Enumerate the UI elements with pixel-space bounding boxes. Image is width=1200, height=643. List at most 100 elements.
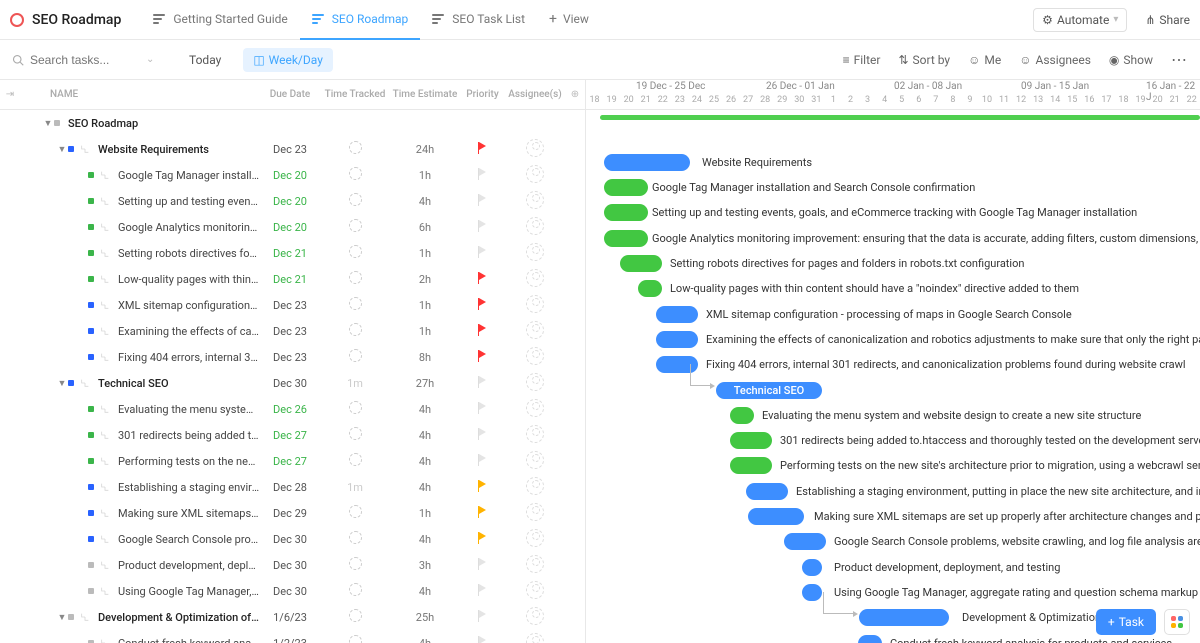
assignee-cell[interactable] bbox=[505, 477, 565, 498]
track-cell[interactable] bbox=[320, 167, 390, 183]
track-cell[interactable] bbox=[320, 583, 390, 599]
track-cell[interactable] bbox=[320, 349, 390, 365]
gantt-bar[interactable] bbox=[746, 483, 788, 500]
assignee-cell[interactable] bbox=[505, 529, 565, 550]
track-cell[interactable] bbox=[320, 635, 390, 643]
gantt-bar[interactable] bbox=[620, 255, 662, 272]
priority-cell[interactable] bbox=[460, 350, 505, 365]
collapse-all-icon[interactable]: ⇥ bbox=[0, 89, 20, 100]
gantt-bar[interactable] bbox=[604, 230, 648, 247]
due-cell[interactable]: Dec 30 bbox=[260, 585, 320, 598]
assignee-cell[interactable] bbox=[505, 503, 565, 524]
share-button[interactable]: ⋔ Share bbox=[1145, 13, 1190, 27]
toggle-icon[interactable]: ▼ bbox=[56, 378, 68, 389]
estimate-cell[interactable]: 24h bbox=[390, 143, 460, 156]
new-task-button[interactable]: +Task bbox=[1096, 609, 1156, 635]
toggle-icon[interactable]: ▼ bbox=[56, 612, 68, 623]
estimate-cell[interactable]: 1h bbox=[390, 169, 460, 182]
gantt-bar[interactable] bbox=[802, 584, 822, 601]
due-cell[interactable]: 1/6/23 bbox=[260, 611, 320, 624]
task-row[interactable]: Product development, deplo...Dec 303h bbox=[0, 552, 585, 578]
me-button[interactable]: ☺Me bbox=[968, 53, 1001, 67]
track-cell[interactable] bbox=[320, 453, 390, 469]
gantt-bar[interactable] bbox=[638, 280, 662, 297]
estimate-cell[interactable]: 4h bbox=[390, 455, 460, 468]
task-row[interactable]: Making sure XML sitemaps a...Dec 291h bbox=[0, 500, 585, 526]
tab-seo-roadmap[interactable]: SEO Roadmap bbox=[300, 0, 421, 40]
priority-cell[interactable] bbox=[460, 272, 505, 287]
priority-cell[interactable] bbox=[460, 324, 505, 339]
gantt-bar[interactable]: Technical SEO bbox=[716, 382, 822, 399]
due-cell[interactable]: Dec 23 bbox=[260, 325, 320, 338]
gantt-bar[interactable] bbox=[604, 204, 648, 221]
estimate-cell[interactable]: 4h bbox=[390, 637, 460, 643]
task-row[interactable]: 301 redirects being added to...Dec 274h bbox=[0, 422, 585, 448]
estimate-cell[interactable]: 6h bbox=[390, 221, 460, 234]
estimate-cell[interactable]: 25h bbox=[390, 611, 460, 624]
task-row[interactable]: Using Google Tag Manager, ...Dec 304h bbox=[0, 578, 585, 604]
track-cell[interactable] bbox=[320, 297, 390, 313]
estimate-cell[interactable]: 4h bbox=[390, 481, 460, 494]
search-box[interactable]: ⌄ bbox=[12, 53, 167, 67]
assignee-cell[interactable] bbox=[505, 581, 565, 602]
priority-cell[interactable] bbox=[460, 584, 505, 599]
gantt-bar[interactable] bbox=[730, 457, 772, 474]
estimate-cell[interactable]: 8h bbox=[390, 351, 460, 364]
assignees-button[interactable]: ☺Assignees bbox=[1019, 53, 1091, 67]
task-row[interactable]: Google Analytics monitoring...Dec 206h bbox=[0, 214, 585, 240]
track-cell[interactable] bbox=[320, 427, 390, 443]
estimate-cell[interactable]: 27h bbox=[390, 377, 460, 390]
priority-cell[interactable] bbox=[460, 480, 505, 495]
track-cell[interactable] bbox=[320, 401, 390, 417]
task-row[interactable]: Evaluating the menu system ...Dec 264h bbox=[0, 396, 585, 422]
filter-button[interactable]: ≡Filter bbox=[843, 53, 881, 67]
track-cell[interactable] bbox=[320, 505, 390, 521]
add-column-icon[interactable]: ⊕ bbox=[565, 89, 585, 100]
track-cell[interactable] bbox=[320, 609, 390, 625]
assignee-cell[interactable] bbox=[505, 191, 565, 212]
gantt-bar[interactable] bbox=[604, 154, 690, 171]
track-cell[interactable] bbox=[320, 219, 390, 235]
assignee-cell[interactable] bbox=[505, 139, 565, 160]
assignee-cell[interactable] bbox=[505, 451, 565, 472]
assignee-cell[interactable] bbox=[505, 633, 565, 643]
task-row[interactable]: Fixing 404 errors, internal 30...Dec 238… bbox=[0, 344, 585, 370]
assignee-cell[interactable] bbox=[505, 555, 565, 576]
due-cell[interactable]: Dec 30 bbox=[260, 377, 320, 390]
due-cell[interactable]: Dec 23 bbox=[260, 351, 320, 364]
gantt-bar[interactable] bbox=[730, 432, 772, 449]
task-row[interactable]: Conduct fresh keyword analy...1/2/234h bbox=[0, 630, 585, 643]
assignee-cell[interactable] bbox=[505, 347, 565, 368]
estimate-cell[interactable]: 1h bbox=[390, 247, 460, 260]
task-row[interactable]: Examining the effects of can...Dec 231h bbox=[0, 318, 585, 344]
estimate-cell[interactable]: 4h bbox=[390, 585, 460, 598]
due-cell[interactable]: Dec 21 bbox=[260, 273, 320, 286]
parent-row[interactable]: ▼Development & Optimization of C...1/6/2… bbox=[0, 604, 585, 630]
gantt-bar[interactable] bbox=[748, 508, 804, 525]
today-button[interactable]: Today bbox=[181, 49, 229, 71]
toggle-icon[interactable]: ▼ bbox=[56, 144, 68, 155]
priority-cell[interactable] bbox=[460, 428, 505, 443]
track-cell[interactable] bbox=[320, 557, 390, 573]
gantt-bar[interactable] bbox=[730, 407, 754, 424]
priority-cell[interactable] bbox=[460, 142, 505, 157]
gantt-bar[interactable] bbox=[656, 331, 698, 348]
gantt-bar[interactable] bbox=[656, 306, 698, 323]
due-cell[interactable]: Dec 27 bbox=[260, 429, 320, 442]
assignee-cell[interactable] bbox=[505, 399, 565, 420]
priority-cell[interactable] bbox=[460, 636, 505, 643]
due-cell[interactable]: Dec 21 bbox=[260, 247, 320, 260]
estimate-cell[interactable]: 4h bbox=[390, 403, 460, 416]
search-input[interactable] bbox=[30, 53, 140, 67]
weekday-toggle[interactable]: ◫ Week/Day bbox=[243, 48, 333, 72]
due-cell[interactable]: Dec 23 bbox=[260, 143, 320, 156]
section-row[interactable]: ▼SEO Roadmap bbox=[0, 110, 585, 136]
task-row[interactable]: Google Tag Manager installa...Dec 201h bbox=[0, 162, 585, 188]
assignee-cell[interactable] bbox=[505, 425, 565, 446]
priority-cell[interactable] bbox=[460, 220, 505, 235]
priority-cell[interactable] bbox=[460, 610, 505, 625]
show-button[interactable]: ◉Show bbox=[1109, 53, 1153, 67]
track-cell[interactable] bbox=[320, 193, 390, 209]
priority-cell[interactable] bbox=[460, 532, 505, 547]
assignee-cell[interactable] bbox=[505, 607, 565, 628]
